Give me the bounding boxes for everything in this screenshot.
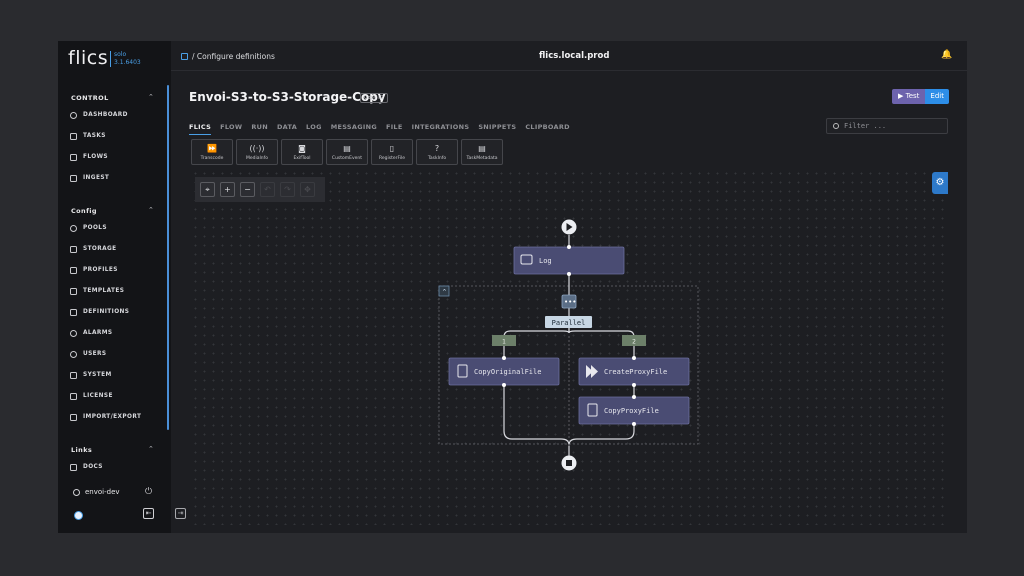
port-out[interactable]: [632, 422, 636, 426]
flow-diagram: ⌃ Log ••• Parallel 1 2 CopyOriginalFile …: [438, 219, 699, 471]
node-log-label: Log: [539, 257, 552, 265]
port-out[interactable]: [502, 383, 506, 387]
port-in[interactable]: [632, 395, 636, 399]
port-in[interactable]: [567, 245, 571, 249]
more-icon: •••: [564, 298, 576, 306]
node-copy-original-label: CopyOriginalFile: [474, 368, 541, 376]
branch-1-label: 1: [502, 339, 506, 346]
parallel-label: Parallel: [552, 319, 586, 327]
port-out[interactable]: [632, 383, 636, 387]
node-create-proxy-label: CreateProxyFile: [604, 368, 667, 376]
port-in[interactable]: [632, 356, 636, 360]
chevron-up-icon: ⌃: [442, 288, 448, 296]
node-copy-proxy-file[interactable]: CopyProxyFile: [578, 396, 690, 425]
port-in[interactable]: [502, 356, 506, 360]
node-copy-original-file[interactable]: CopyOriginalFile: [448, 357, 560, 386]
stop-icon: [566, 460, 572, 466]
node-create-proxy-file[interactable]: CreateProxyFile: [578, 357, 690, 386]
port-out[interactable]: [567, 272, 571, 276]
node-copy-proxy-label: CopyProxyFile: [604, 407, 659, 415]
app-window: flics solo 3.1.6403 CONTROL ⌃ DASHBOARD …: [58, 41, 967, 533]
node-log[interactable]: Log: [513, 246, 625, 275]
branch-2-label: 2: [632, 339, 636, 346]
